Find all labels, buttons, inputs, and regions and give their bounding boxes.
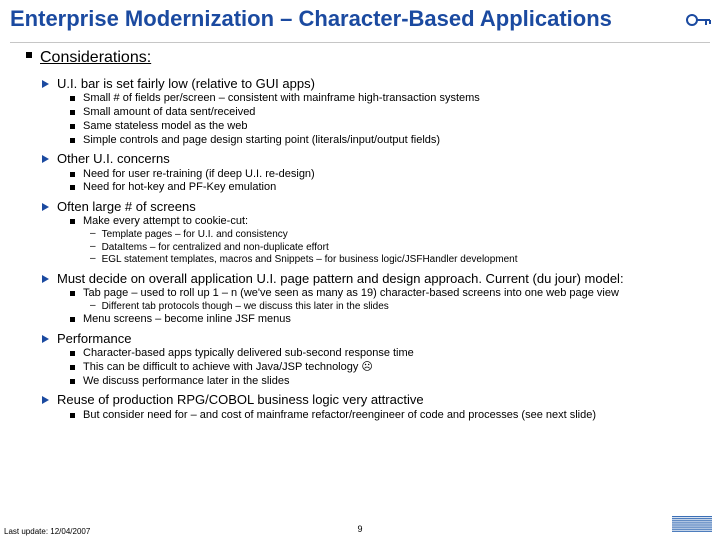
list-item: Character-based apps typically delivered… [70, 347, 706, 361]
bullet-triangle-icon [42, 335, 49, 343]
slide: Enterprise Modernization – Character-Bas… [0, 0, 720, 540]
title-divider [10, 42, 710, 43]
bullet-square-icon [70, 219, 75, 224]
text: Need for user re-training (if deep U.I. … [83, 168, 315, 182]
text: Need for hot-key and PF-Key emulation [83, 181, 276, 195]
slide-title: Enterprise Modernization – Character-Bas… [10, 6, 612, 32]
bullet-triangle-icon [42, 155, 49, 163]
bullet-square-icon [70, 413, 75, 418]
bullet-square-icon [70, 185, 75, 190]
text: Character-based apps typically delivered… [83, 347, 414, 361]
ibm-logo [672, 516, 712, 532]
topic-ui-bar: U.I. bar is set fairly low (relative to … [42, 76, 706, 92]
list-item: Make every attempt to cookie-cut: [70, 215, 706, 229]
text: Must decide on overall application U.I. … [57, 271, 624, 287]
topic-reuse-logic: Reuse of production RPG/COBOL business l… [42, 392, 706, 408]
list-item: –Template pages – for U.I. and consisten… [90, 229, 706, 242]
list-item: –Different tab protocols though – we dis… [90, 301, 706, 314]
text: Performance [57, 331, 131, 347]
text: U.I. bar is set fairly low (relative to … [57, 76, 315, 92]
text: Same stateless model as the web [83, 120, 247, 134]
bullet-square-icon [70, 138, 75, 143]
bullet-dash-icon: – [90, 228, 96, 241]
bullet-square-icon [70, 351, 75, 356]
text: Different tab protocols though – we disc… [102, 301, 389, 314]
list-item: We discuss performance later in the slid… [70, 375, 706, 389]
bullet-square-icon [70, 291, 75, 296]
list-item: Need for hot-key and PF-Key emulation [70, 181, 706, 195]
text: We discuss performance later in the slid… [83, 375, 289, 389]
list-item: Simple controls and page design starting… [70, 134, 706, 148]
text: DataItems – for centralized and non-dupl… [102, 242, 329, 255]
text: EGL statement templates, macros and Snip… [102, 254, 518, 267]
bullet-triangle-icon [42, 80, 49, 88]
bullet-square-icon [70, 172, 75, 177]
bullet-dash-icon: – [90, 241, 96, 254]
text: Template pages – for U.I. and consistenc… [102, 229, 288, 242]
bullet-square-icon [70, 110, 75, 115]
list-item: –DataItems – for centralized and non-dup… [90, 242, 706, 255]
text: Other U.I. concerns [57, 151, 170, 167]
text: Simple controls and page design starting… [83, 134, 440, 148]
list-item: Menu screens – become inline JSF menus [70, 313, 706, 327]
text: But consider need for – and cost of main… [83, 409, 596, 423]
text: Small amount of data sent/received [83, 106, 255, 120]
bullet-triangle-icon [42, 396, 49, 404]
bullet-square-icon [70, 96, 75, 101]
bullet-triangle-icon [42, 275, 49, 283]
topic-other-ui: Other U.I. concerns [42, 151, 706, 167]
considerations-heading-row: Considerations: [26, 48, 706, 72]
bullet-triangle-icon [42, 203, 49, 211]
text: Small # of fields per/screen – consisten… [83, 92, 480, 106]
bullet-square-icon [26, 52, 32, 58]
key-icon [686, 12, 712, 28]
text: Tab page – used to roll up 1 – n (we've … [83, 287, 619, 301]
bullet-dash-icon: – [90, 253, 96, 266]
text: Make every attempt to cookie-cut: [83, 215, 248, 229]
topic-large-screens: Often large # of screens [42, 199, 706, 215]
text: Menu screens – become inline JSF menus [83, 313, 291, 327]
list-item: But consider need for – and cost of main… [70, 409, 706, 423]
considerations-heading: Considerations: [40, 48, 151, 68]
text: This can be difficult to achieve with Ja… [83, 361, 373, 375]
list-item: Small amount of data sent/received [70, 106, 706, 120]
page-number: 9 [0, 524, 720, 534]
list-item: Same stateless model as the web [70, 120, 706, 134]
text: Often large # of screens [57, 199, 196, 215]
bullet-dash-icon: – [90, 300, 96, 313]
topic-performance: Performance [42, 331, 706, 347]
list-item: –EGL statement templates, macros and Sni… [90, 254, 706, 267]
list-item: Tab page – used to roll up 1 – n (we've … [70, 287, 706, 301]
topic-page-pattern: Must decide on overall application U.I. … [42, 271, 706, 287]
list-item: Small # of fields per/screen – consisten… [70, 92, 706, 106]
list-item: This can be difficult to achieve with Ja… [70, 361, 706, 375]
bullet-square-icon [70, 317, 75, 322]
slide-content: Considerations: U.I. bar is set fairly l… [26, 48, 706, 422]
bullet-square-icon [70, 124, 75, 129]
bullet-square-icon [70, 379, 75, 384]
list-item: Need for user re-training (if deep U.I. … [70, 168, 706, 182]
bullet-square-icon [70, 365, 75, 370]
text: Reuse of production RPG/COBOL business l… [57, 392, 424, 408]
